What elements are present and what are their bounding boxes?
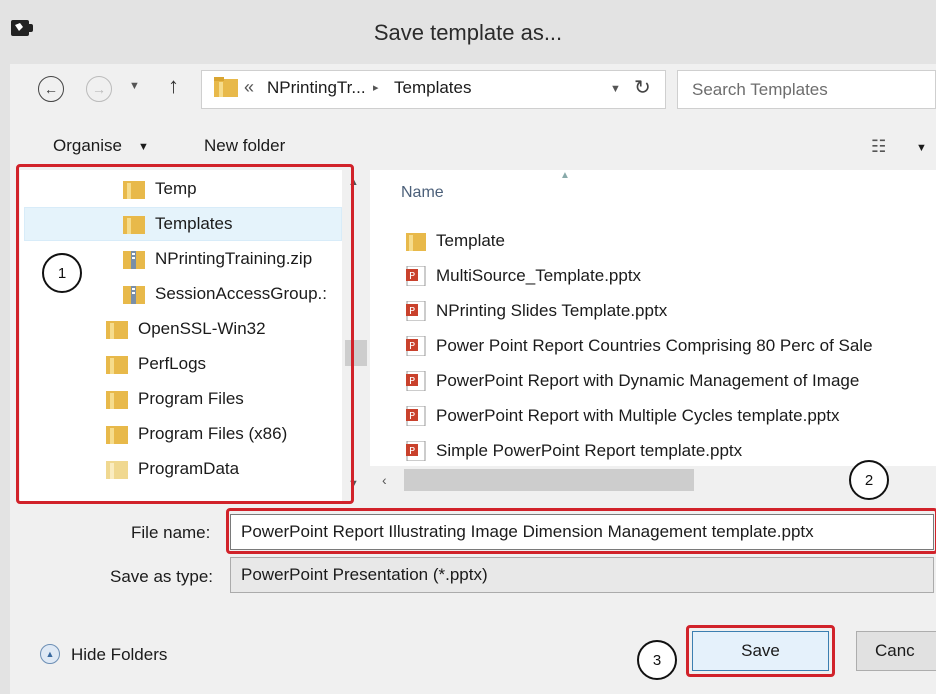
- callout-2: 2: [849, 460, 889, 500]
- window-title: Save template as...: [373, 20, 563, 45]
- arrow-left-icon: ←: [44, 81, 58, 97]
- pptx-icon: P: [406, 336, 426, 356]
- svg-text:P: P: [409, 411, 415, 422]
- pptx-icon: P: [406, 441, 426, 461]
- search-box[interactable]: [677, 70, 936, 109]
- command-bar: [10, 124, 936, 168]
- address-separator-icon[interactable]: ▸: [373, 81, 379, 94]
- svg-text:P: P: [409, 341, 415, 352]
- new-folder-button[interactable]: New folder: [204, 136, 285, 156]
- sort-ascending-icon: ▲: [560, 170, 570, 181]
- file-name-label: File name:: [131, 523, 211, 542]
- chevron-up-icon[interactable]: ▲: [40, 644, 60, 664]
- svg-text:P: P: [409, 306, 415, 317]
- chevron-down-icon: ▼: [610, 83, 621, 95]
- organise-button[interactable]: Organise: [53, 136, 122, 156]
- pptx-icon: P: [406, 406, 426, 426]
- highlight-box-file-name: [226, 508, 936, 554]
- refresh-button[interactable]: ↻: [634, 75, 651, 100]
- save-type-label: Save as type:: [110, 567, 214, 586]
- folder-icon: [214, 77, 238, 97]
- list-item[interactable]: P Power Point Report Countries Comprisin…: [406, 329, 873, 363]
- scrollbar-thumb[interactable]: [404, 469, 694, 491]
- svg-text:P: P: [409, 376, 415, 387]
- pptx-icon: P: [406, 371, 426, 391]
- refresh-icon: ↻: [634, 77, 651, 99]
- address-history-dropdown[interactable]: ▼: [610, 83, 621, 95]
- search-input[interactable]: [692, 79, 932, 100]
- list-item[interactable]: P NPrinting Slides Template.pptx: [406, 294, 667, 328]
- view-options-icon[interactable]: ☷: [871, 137, 886, 157]
- arrow-up-icon: ↑: [168, 73, 179, 98]
- column-header-name[interactable]: Name: [401, 184, 444, 202]
- list-item[interactable]: P PowerPoint Report with Dynamic Managem…: [406, 364, 859, 398]
- svg-text:P: P: [409, 271, 415, 282]
- recent-locations-dropdown[interactable]: ▼: [129, 80, 140, 92]
- list-item[interactable]: P PowerPoint Report with Multiple Cycles…: [406, 399, 839, 433]
- list-item-label: MultiSource_Template.pptx: [436, 266, 642, 285]
- chevron-down-icon: ▼: [129, 80, 140, 92]
- forward-button[interactable]: →: [86, 76, 112, 102]
- save-type-value: PowerPoint Presentation (*.pptx): [241, 565, 488, 584]
- arrow-right-icon: →: [92, 81, 106, 97]
- list-item-label: NPrinting Slides Template.pptx: [436, 301, 668, 320]
- save-type-select[interactable]: PowerPoint Presentation (*.pptx): [230, 557, 934, 593]
- list-item-label: PowerPoint Report with Multiple Cycles t…: [436, 406, 840, 425]
- list-item[interactable]: P Simple PowerPoint Report template.pptx: [406, 434, 742, 468]
- address-segment-parent[interactable]: NPrintingTr...: [267, 78, 366, 98]
- hide-folders-button[interactable]: Hide Folders: [71, 645, 167, 665]
- back-button[interactable]: ←: [38, 76, 64, 102]
- folder-icon: [406, 233, 426, 251]
- pptx-icon: P: [406, 301, 426, 321]
- chevron-down-icon[interactable]: ▼: [916, 142, 927, 154]
- highlight-box-folder-tree: [16, 164, 354, 504]
- scroll-left-icon[interactable]: ‹: [382, 472, 387, 488]
- cancel-button[interactable]: Canc: [856, 631, 936, 671]
- up-button[interactable]: ↑: [168, 73, 179, 99]
- svg-text:P: P: [409, 446, 415, 457]
- list-item-label: PowerPoint Report with Dynamic Managemen…: [436, 371, 860, 390]
- callout-3: 3: [637, 640, 677, 680]
- list-item[interactable]: P MultiSource_Template.pptx: [406, 259, 641, 293]
- list-item-label: Simple PowerPoint Report template.pptx: [436, 441, 743, 460]
- list-item-label: Power Point Report Countries Comprising …: [436, 336, 873, 355]
- pptx-icon: P: [406, 266, 426, 286]
- address-segment-current[interactable]: Templates: [394, 78, 471, 98]
- list-item[interactable]: Template: [406, 224, 505, 258]
- chevron-down-icon[interactable]: ▼: [138, 141, 149, 153]
- list-item-label: Template: [436, 231, 505, 250]
- highlight-box-save: [686, 625, 835, 677]
- callout-1: 1: [42, 253, 82, 293]
- address-overflow[interactable]: «: [244, 77, 254, 98]
